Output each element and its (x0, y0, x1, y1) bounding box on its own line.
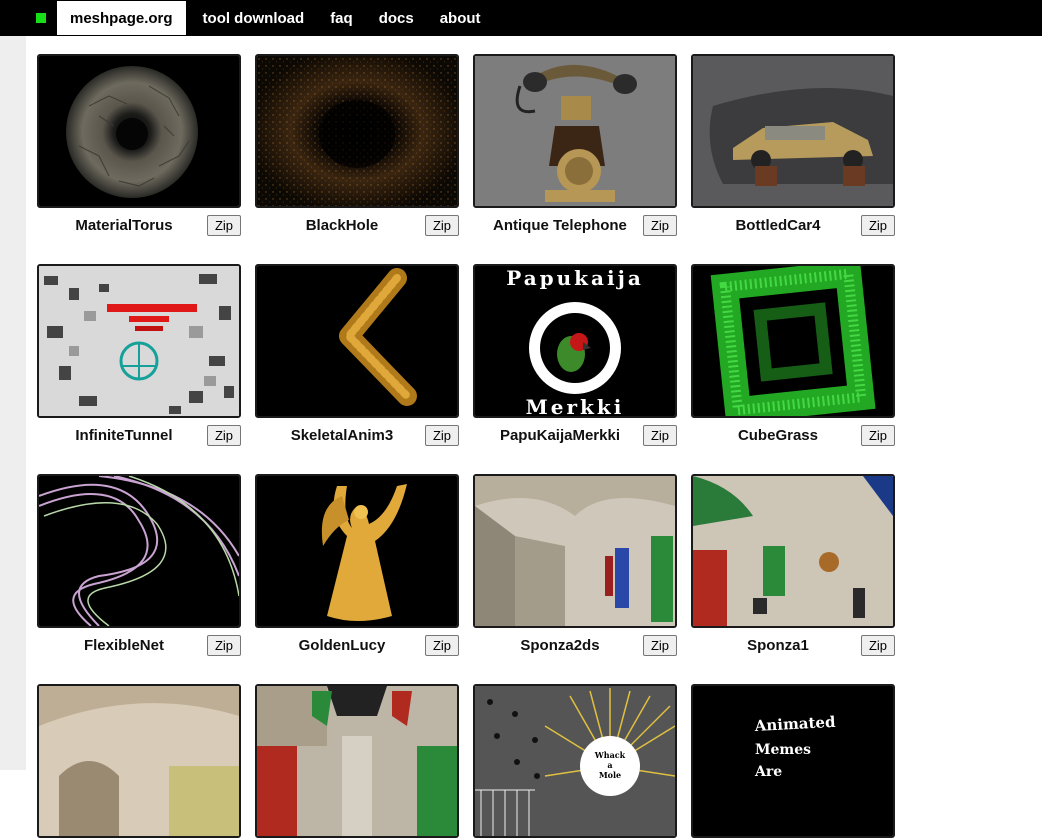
zip-download-button[interactable]: Zip (206, 634, 241, 656)
particle-ring-icon (257, 56, 457, 206)
nav-home[interactable]: meshpage.org (57, 1, 186, 35)
wave-net-icon (39, 476, 239, 626)
gallery-card: BottledCar4 Zip (691, 54, 895, 242)
thumbnail-block-tunnel[interactable] (37, 264, 241, 418)
sponza-arches-icon (39, 686, 239, 836)
thumbnail-telephone[interactable] (473, 54, 677, 208)
gallery-card: FlexibleNet Zip (37, 474, 241, 662)
zip-download-button[interactable]: Zip (860, 424, 895, 446)
zip-download-button[interactable]: Zip (860, 634, 895, 656)
thumbnail-sponza-curtains[interactable] (691, 474, 895, 628)
item-title: PapuKaijaMerkki (499, 426, 620, 444)
thumbnail-golden-statue[interactable] (255, 474, 459, 628)
nav-docs[interactable]: docs (366, 1, 427, 35)
gallery-card (37, 684, 241, 838)
item-title: BottledCar4 (735, 216, 821, 234)
gallery-card: BlackHole Zip (255, 54, 459, 242)
badge-text-top: Papukaija (506, 266, 644, 290)
thumbnail-sponza-hall[interactable] (473, 474, 677, 628)
zip-download-button[interactable]: Zip (424, 634, 459, 656)
thumbnail-particle-ring[interactable] (255, 54, 459, 208)
gallery-card: GoldenLucy Zip (255, 474, 459, 662)
zip-download-button[interactable]: Zip (424, 424, 459, 446)
zip-download-button[interactable]: Zip (206, 214, 241, 236)
left-margin-strip (0, 36, 26, 770)
thumbnail-car-in-bottle[interactable] (691, 54, 895, 208)
meme-text-line-2: Memes (755, 742, 811, 758)
thumbnail-whack-a-mole[interactable]: Whack a Mole (473, 684, 677, 838)
item-title: SkeletalAnim3 (290, 426, 394, 444)
zip-download-button[interactable]: Zip (642, 634, 677, 656)
parrot-badge-icon: Papukaija Merkki (475, 266, 675, 416)
zip-download-button[interactable]: Zip (206, 424, 241, 446)
item-title: CubeGrass (737, 426, 818, 444)
thumbnail-meme-text[interactable]: Animated Memes Are (691, 684, 895, 838)
telephone-icon (475, 56, 675, 206)
zip-download-button[interactable]: Zip (642, 214, 677, 236)
golden-chevron-icon (257, 266, 457, 416)
zip-download-button[interactable]: Zip (424, 214, 459, 236)
gallery-card: SkeletalAnim3 Zip (255, 264, 459, 452)
item-title: GoldenLucy (298, 636, 386, 654)
zip-download-button[interactable]: Zip (860, 214, 895, 236)
sponza-corridor-icon (257, 686, 457, 836)
gallery-card: MaterialTorus Zip (37, 54, 241, 242)
grass-square-icon (693, 266, 893, 416)
whack-a-mole-icon: Whack a Mole (475, 686, 675, 836)
thumbnail-sponza-corridor[interactable] (255, 684, 459, 838)
car-in-bottle-icon (693, 56, 893, 206)
gallery-card: Sponza2ds Zip (473, 474, 677, 662)
nav-tool-download[interactable]: tool download (190, 1, 318, 35)
mole-text-line-1: Whack (594, 750, 626, 760)
item-title: Sponza2ds (520, 636, 600, 654)
top-nav-bar: meshpage.org tool download faq docs abou… (0, 0, 1042, 36)
logo-square-icon[interactable] (36, 13, 46, 23)
sponza-curtains-icon (693, 476, 893, 626)
gallery-card: CubeGrass Zip (691, 264, 895, 452)
thumbnail-golden-chevron[interactable] (255, 264, 459, 418)
gallery-card: Whack a Mole (473, 684, 677, 838)
sponza-hall-icon (475, 476, 675, 626)
nav-about[interactable]: about (427, 1, 494, 35)
thumbnail-grass-square[interactable] (691, 264, 895, 418)
meme-text-icon: Animated Memes Are (693, 686, 893, 836)
gallery-card: Papukaija Merkki PapuKaijaMerkki Zip (473, 264, 677, 452)
item-title: FlexibleNet (83, 636, 164, 654)
gallery-grid: MaterialTorus Zip BlackHole Zip Antique … (37, 54, 897, 838)
gallery-card (255, 684, 459, 838)
meme-text-line-3: Are (754, 764, 782, 780)
mole-text-line-2: a (607, 760, 612, 770)
item-title: Antique Telephone (493, 216, 627, 234)
zip-download-button[interactable]: Zip (642, 424, 677, 446)
gallery-card: InfiniteTunnel Zip (37, 264, 241, 452)
mole-text-line-3: Mole (599, 770, 621, 780)
item-title: MaterialTorus (75, 216, 173, 234)
gallery-card: Animated Memes Are (691, 684, 895, 838)
golden-statue-icon (257, 476, 457, 626)
thumbnail-stone-torus[interactable] (37, 54, 241, 208)
nav-faq[interactable]: faq (317, 1, 366, 35)
stone-torus-icon (39, 56, 239, 206)
block-tunnel-icon (39, 266, 239, 416)
thumbnail-parrot-badge[interactable]: Papukaija Merkki (473, 264, 677, 418)
gallery-card: Antique Telephone Zip (473, 54, 677, 242)
thumbnail-sponza-arches[interactable] (37, 684, 241, 838)
item-title: BlackHole (305, 216, 379, 234)
thumbnail-wave-net[interactable] (37, 474, 241, 628)
badge-text-bottom: Merkki (526, 395, 625, 416)
item-title: InfiniteTunnel (75, 426, 173, 444)
item-title: Sponza1 (747, 636, 809, 654)
gallery-card: Sponza1 Zip (691, 474, 895, 662)
